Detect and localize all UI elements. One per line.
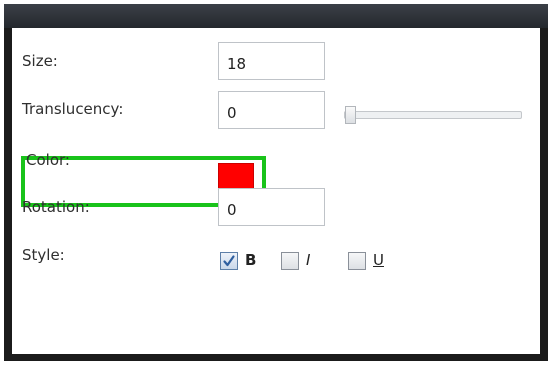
size-label: Size:: [22, 52, 58, 70]
title-bar: [4, 4, 548, 28]
dialog-window: Size: 18 Translucency: 0 Color: Rotation…: [4, 4, 548, 361]
translucency-field[interactable]: 0: [218, 91, 325, 129]
style-label: Style:: [22, 246, 65, 264]
rotation-label: Rotation:: [22, 198, 90, 216]
italic-checkbox[interactable]: [281, 252, 299, 270]
italic-label: I: [306, 251, 311, 269]
properties-panel: Size: 18 Translucency: 0 Color: Rotation…: [12, 28, 540, 354]
translucency-slider[interactable]: [344, 106, 522, 124]
underline-checkbox[interactable]: [348, 252, 366, 270]
slider-track[interactable]: [344, 111, 522, 119]
bold-checkbox[interactable]: [220, 252, 238, 270]
bold-label: B: [245, 251, 257, 269]
underline-label: U: [373, 251, 384, 269]
checkmark-icon: [223, 255, 235, 267]
size-field[interactable]: 18: [218, 42, 325, 80]
color-label: Color:: [26, 151, 70, 169]
slider-thumb[interactable]: [345, 106, 356, 124]
rotation-field[interactable]: 0: [218, 188, 325, 226]
translucency-label: Translucency:: [22, 100, 124, 118]
